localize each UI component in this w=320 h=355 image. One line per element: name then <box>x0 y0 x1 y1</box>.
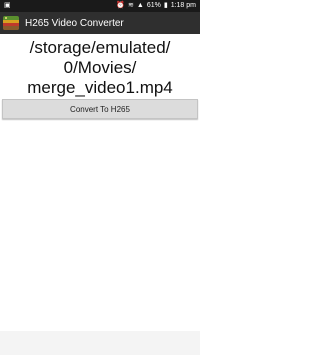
file-path-line-1: /storage/emulated/ <box>29 38 171 57</box>
battery-percent: 61% <box>146 2 161 9</box>
alarm-icon: ⏰ <box>116 2 126 9</box>
file-path: /storage/emulated/0/Movies/merge_video1.… <box>0 38 200 98</box>
convert-to-h265-button[interactable]: Convert To H265 <box>2 99 198 119</box>
image-icon: ▣ <box>4 2 11 9</box>
clock: 1:18 pm <box>170 2 196 9</box>
wifi-icon: ≋ <box>128 2 134 9</box>
file-path-line-3: merge_video1.mp4 <box>27 78 173 97</box>
status-bar: ▣ ⏰ ≋ ▲ 61% ▮ 1:18 pm <box>0 0 200 12</box>
signal-icon: ▲ <box>136 2 144 9</box>
app-icon <box>3 16 19 30</box>
navigation-bar <box>0 331 200 355</box>
app-title: H265 Video Converter <box>25 17 124 29</box>
file-path-line-2: 0/Movies/ <box>63 58 137 77</box>
app-bar: H265 Video Converter <box>0 12 200 34</box>
battery-icon: ▮ <box>163 2 168 9</box>
